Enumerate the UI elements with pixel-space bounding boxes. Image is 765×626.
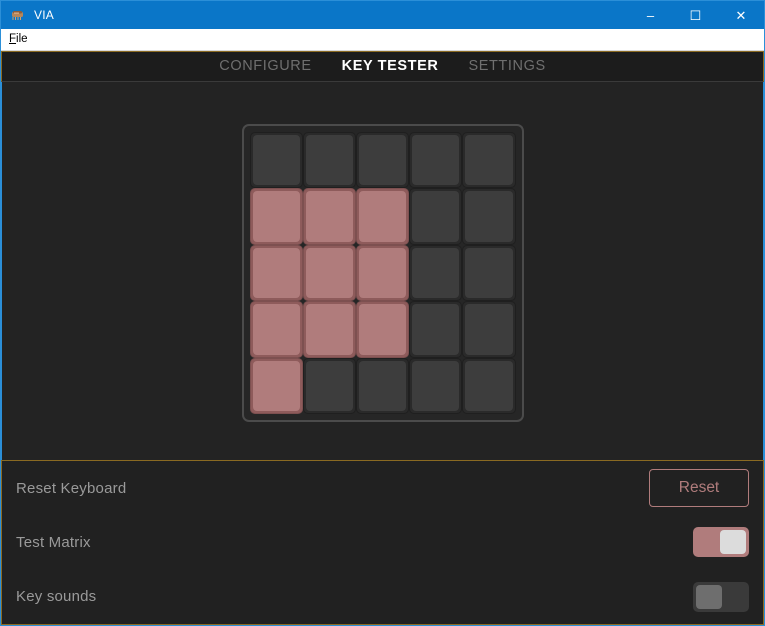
matrix-key[interactable]: [249, 244, 303, 302]
window-controls: – ☐ ✕: [628, 1, 764, 29]
reset-button[interactable]: Reset: [649, 469, 749, 508]
menu-item-file-accelerator: F: [9, 32, 17, 45]
reset-keyboard-label: Reset Keyboard: [16, 479, 127, 497]
setting-row-reset-keyboard: Reset Keyboard Reset: [16, 461, 749, 515]
matrix-key-cap: [358, 360, 407, 411]
matrix-key[interactable]: [355, 132, 410, 189]
matrix-key-cap: [465, 360, 513, 411]
matrix-key[interactable]: [355, 244, 410, 302]
test-matrix-toggle[interactable]: [693, 527, 749, 558]
matrix-key[interactable]: [409, 357, 463, 414]
test-matrix-toggle-knob: [720, 530, 746, 555]
menu-item-file[interactable]: File: [1, 32, 35, 48]
close-button[interactable]: ✕: [718, 1, 764, 29]
matrix-key[interactable]: [409, 132, 463, 189]
window-title: VIA: [34, 8, 54, 22]
matrix-key-cap: [358, 191, 407, 242]
matrix-key[interactable]: [462, 132, 516, 189]
matrix-key-cap: [305, 360, 353, 411]
matrix-key-cap: [412, 135, 460, 186]
tab-key-tester[interactable]: KEY TESTER: [342, 59, 439, 74]
matrix-key[interactable]: [302, 244, 356, 302]
matrix-key[interactable]: [462, 301, 516, 358]
matrix-key-cap: [252, 360, 300, 411]
tab-settings[interactable]: SETTINGS: [468, 59, 545, 74]
matrix-key-cap: [305, 135, 353, 186]
minimize-button[interactable]: –: [628, 1, 673, 29]
matrix-key-cap: [252, 247, 300, 299]
maximize-button[interactable]: ☐: [673, 1, 718, 29]
matrix-key[interactable]: [249, 132, 303, 189]
matrix-key[interactable]: [355, 301, 410, 358]
menu-item-file-rest: ile: [16, 32, 28, 45]
settings-panel: Reset Keyboard Reset Test Matrix Key sou…: [1, 460, 764, 625]
key-sounds-toggle-knob: [696, 584, 722, 609]
matrix-key-cap: [305, 191, 353, 242]
matrix-key[interactable]: [302, 132, 356, 189]
tab-configure[interactable]: CONFIGURE: [219, 59, 311, 74]
key-matrix: [241, 124, 524, 422]
matrix-key-cap: [252, 135, 300, 186]
matrix-key-cap: [252, 191, 300, 242]
key-sounds-toggle[interactable]: [693, 581, 749, 612]
matrix-key-cap: [358, 247, 407, 299]
title-bar: VIA – ☐ ✕: [1, 1, 764, 29]
setting-row-key-sounds: Key sounds: [16, 570, 749, 624]
matrix-key[interactable]: [302, 188, 356, 245]
matrix-key-cap: [412, 191, 460, 242]
matrix-key[interactable]: [462, 244, 516, 302]
key-sounds-label: Key sounds: [16, 588, 97, 606]
key-tester-content: [1, 82, 764, 460]
via-app-window: VIA – ☐ ✕ File CONFIGURE KEY TESTER SETT…: [0, 0, 765, 626]
matrix-key-cap: [412, 247, 460, 299]
test-matrix-label: Test Matrix: [16, 533, 91, 551]
matrix-key[interactable]: [249, 301, 303, 358]
matrix-key-cap: [358, 304, 407, 355]
matrix-key-cap: [252, 304, 300, 355]
tab-bar: CONFIGURE KEY TESTER SETTINGS: [1, 51, 764, 82]
matrix-key-cap: [465, 247, 513, 299]
matrix-key[interactable]: [249, 357, 303, 414]
matrix-key-cap: [305, 247, 353, 299]
matrix-key-cap: [465, 304, 513, 355]
matrix-key-cap: [412, 360, 460, 411]
menu-bar: File: [1, 29, 764, 51]
matrix-key[interactable]: [409, 301, 463, 358]
matrix-key-cap: [465, 191, 513, 242]
chip-icon: [10, 7, 26, 23]
matrix-key[interactable]: [249, 188, 303, 245]
matrix-key[interactable]: [462, 188, 516, 245]
matrix-key[interactable]: [355, 357, 410, 414]
matrix-key[interactable]: [409, 244, 463, 302]
matrix-key[interactable]: [409, 188, 463, 245]
matrix-key-cap: [412, 304, 460, 355]
matrix-key[interactable]: [302, 301, 356, 358]
matrix-key-cap: [358, 135, 407, 186]
matrix-key-cap: [465, 135, 513, 186]
matrix-key-cap: [305, 304, 353, 355]
setting-row-test-matrix: Test Matrix: [16, 515, 749, 569]
title-bar-left: VIA: [1, 7, 628, 23]
matrix-key[interactable]: [355, 188, 410, 245]
matrix-key[interactable]: [462, 357, 516, 414]
matrix-key[interactable]: [302, 357, 356, 414]
